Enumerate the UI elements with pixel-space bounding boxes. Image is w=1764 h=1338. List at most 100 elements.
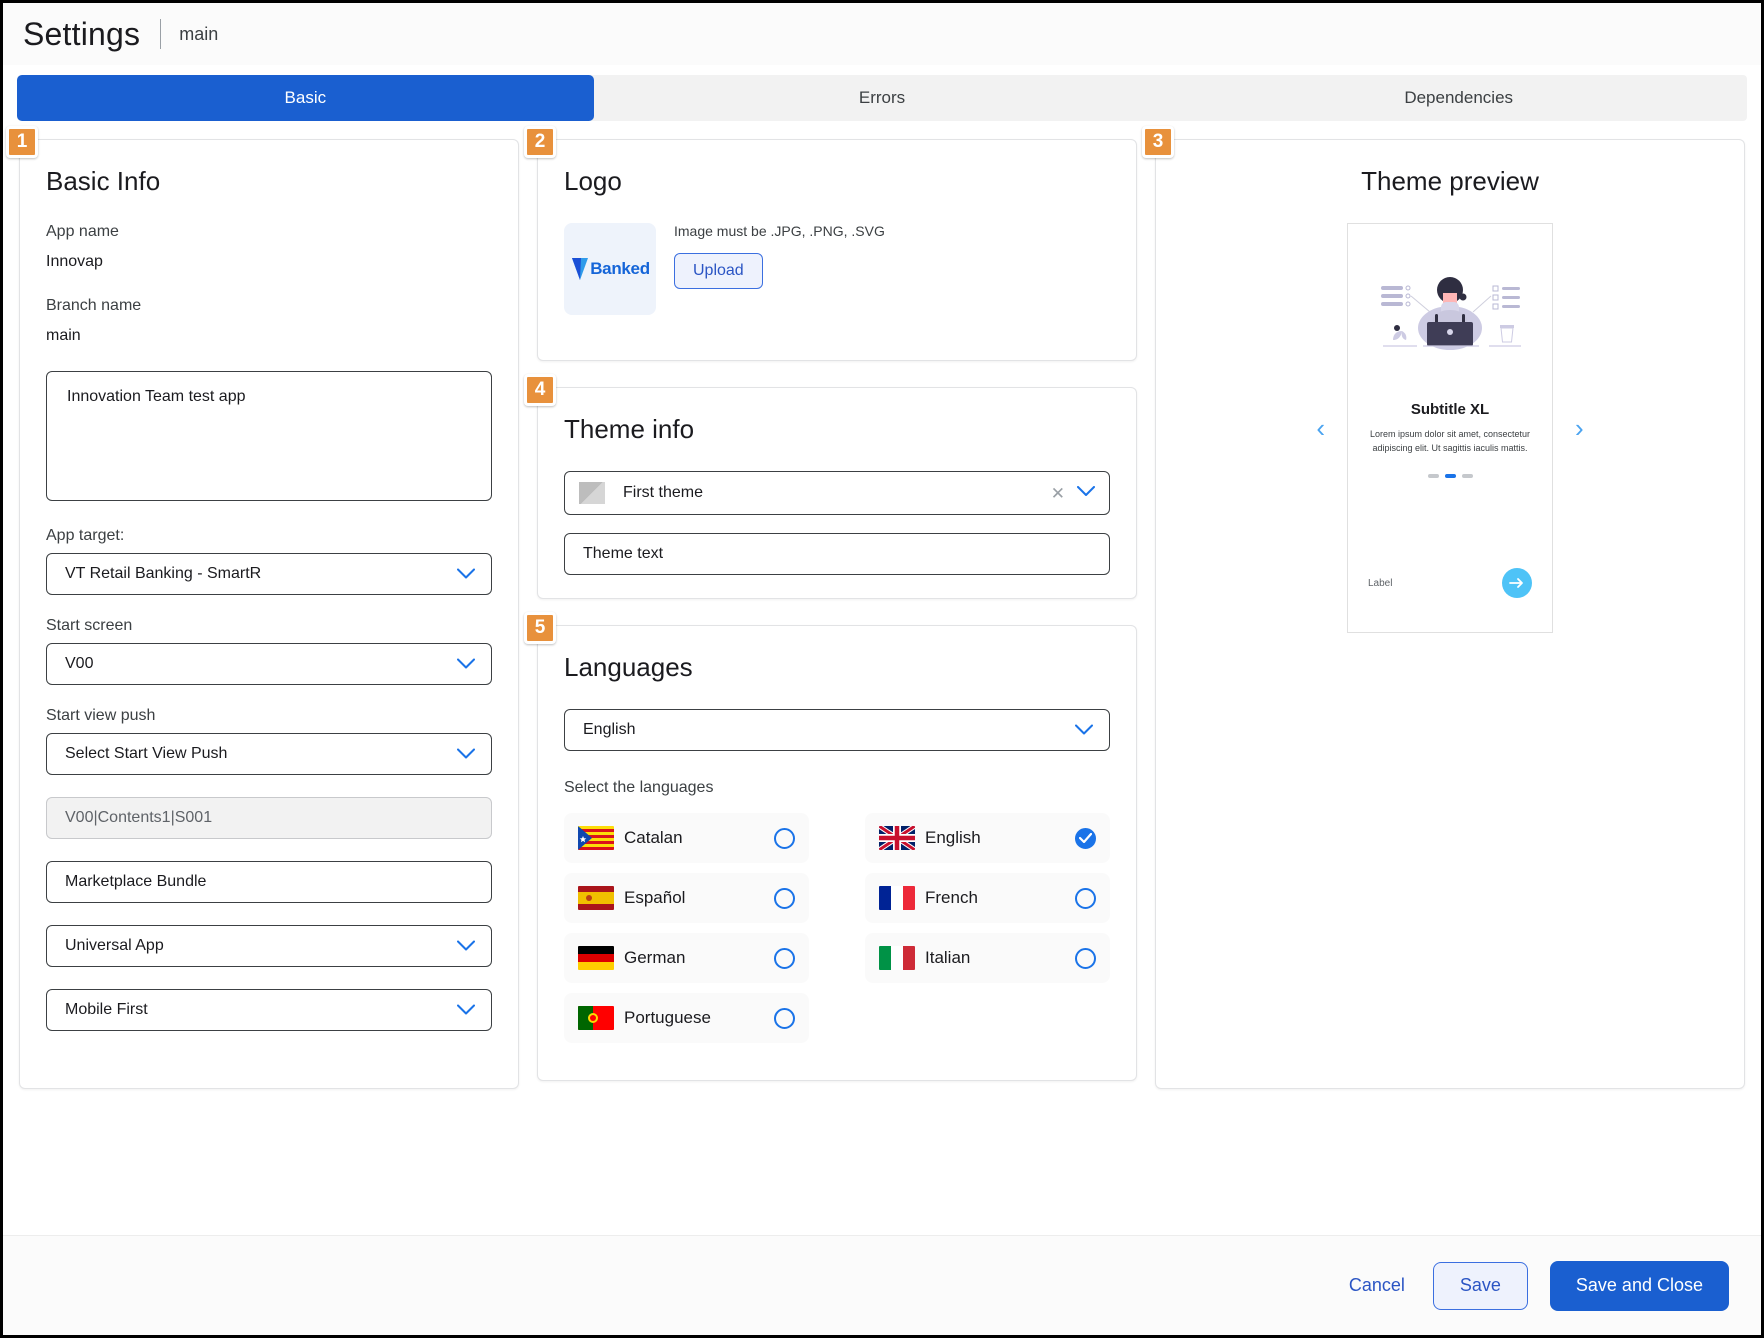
branch-name-label: Branch name xyxy=(46,297,142,314)
settings-window: Settings main Basic Errors Dependencies … xyxy=(0,0,1764,1338)
theme-preview-card: 3 Theme preview ‹ Subtitle XL Lorem ipsu… xyxy=(1142,126,1745,1089)
page-title: Settings xyxy=(23,15,141,52)
language-option-espanol[interactable]: Español xyxy=(564,873,809,923)
save-and-close-button[interactable]: Save and Close xyxy=(1549,1260,1729,1311)
app-name-value: Innovap xyxy=(46,253,103,270)
chevron-down-icon xyxy=(457,1004,475,1016)
radio-icon[interactable] xyxy=(1075,947,1096,969)
start-view-push-select[interactable]: Select Start View Push xyxy=(46,733,492,775)
chevron-down-icon[interactable] xyxy=(1077,484,1095,502)
app-kind-value: Universal App xyxy=(65,937,164,954)
language-option-italian[interactable]: Italian xyxy=(865,933,1110,983)
theme-select[interactable]: First theme ✕ xyxy=(564,471,1110,515)
theme-preview-title: Theme preview xyxy=(1361,166,1539,196)
language-option-catalan[interactable]: Catalan xyxy=(564,813,809,863)
tab-dependencies[interactable]: Dependencies xyxy=(1170,75,1747,121)
language-label: English xyxy=(925,828,981,847)
arrow-right-icon xyxy=(1509,578,1523,588)
logo-card: 2 Logo Banked Image must be .JPG, .PNG, … xyxy=(524,126,1137,361)
app-target-value: VT Retail Banking - SmartR xyxy=(65,565,262,582)
settings-body: 1 Basic Info App name Innovap Branch nam… xyxy=(3,121,1761,1227)
clear-icon[interactable]: ✕ xyxy=(1051,485,1065,502)
radio-icon[interactable] xyxy=(1075,887,1096,909)
theme-text-input[interactable]: Theme text xyxy=(564,533,1110,575)
save-button[interactable]: Save xyxy=(1432,1261,1528,1310)
radio-icon[interactable] xyxy=(774,887,795,909)
logo-brand-text: Banked xyxy=(590,259,650,278)
chevron-down-icon xyxy=(457,940,475,952)
start-screen-value: V00 xyxy=(65,655,94,672)
preview-subtitle: Subtitle XL xyxy=(1410,401,1490,418)
theme-thumbnail-icon xyxy=(579,482,605,504)
radio-icon[interactable] xyxy=(774,1007,795,1029)
app-target-label: App target: xyxy=(46,527,125,544)
logo-title: Logo xyxy=(564,166,622,196)
flag-spain-icon xyxy=(578,886,614,910)
logo-format-hint: Image must be .JPG, .PNG, .SVG xyxy=(674,223,885,239)
start-screen-select[interactable]: V00 xyxy=(46,643,492,685)
step-badge-3: 3 xyxy=(1142,126,1174,158)
chevron-down-icon xyxy=(457,748,475,760)
language-label: Portuguese xyxy=(624,1008,711,1027)
flag-portugal-icon xyxy=(578,1006,614,1030)
dot-active[interactable] xyxy=(1444,473,1456,478)
language-option-german[interactable]: German xyxy=(564,933,809,983)
tab-basic[interactable]: Basic xyxy=(17,75,594,121)
arrow-right-button[interactable] xyxy=(1502,568,1532,598)
carousel-prev-icon[interactable]: ‹ xyxy=(1310,407,1331,450)
language-grid: Catalan English Español French German It… xyxy=(564,813,1110,1043)
theme-select-actions: ✕ xyxy=(1051,484,1095,502)
chevron-down-icon xyxy=(457,658,475,670)
start-view-push-label: Start view push xyxy=(46,707,156,724)
languages-title: Languages xyxy=(564,652,693,682)
illustration-icon xyxy=(1375,266,1525,361)
default-language-value: English xyxy=(583,721,636,738)
flag-italy-icon xyxy=(879,946,915,970)
description-textarea[interactable]: Innovation Team test app xyxy=(46,371,492,501)
flag-uk-icon xyxy=(879,826,915,850)
language-label: German xyxy=(624,948,686,967)
preview-footer: Label xyxy=(1364,568,1536,616)
logo-controls: Image must be .JPG, .PNG, .SVG Upload xyxy=(674,223,885,289)
dialog-footer: Cancel Save Save and Close xyxy=(3,1235,1761,1335)
header-divider xyxy=(160,19,162,49)
cancel-button[interactable]: Cancel xyxy=(1343,1267,1411,1304)
theme-selected-value: First theme xyxy=(623,484,704,501)
radio-icon-checked[interactable] xyxy=(1075,827,1096,849)
app-target-select[interactable]: VT Retail Banking - SmartR xyxy=(46,553,492,595)
start-screen-label: Start screen xyxy=(46,617,133,634)
start-view-path-field: V00|Contents1|S001 xyxy=(46,797,492,839)
upload-button[interactable]: Upload xyxy=(674,253,763,289)
flag-germany-icon xyxy=(578,946,614,970)
dot[interactable] xyxy=(1461,473,1473,478)
carousel-next-icon[interactable]: › xyxy=(1569,407,1590,450)
languages-card: 5 Languages English Select the languages… xyxy=(524,612,1137,1081)
default-language-select[interactable]: English xyxy=(564,709,1110,751)
branch-name-value: main xyxy=(46,327,81,344)
language-label: French xyxy=(925,888,978,907)
bundle-field[interactable]: Marketplace Bundle xyxy=(46,861,492,903)
radio-icon[interactable] xyxy=(774,827,795,849)
logo-row: Banked Image must be .JPG, .PNG, .SVG Up… xyxy=(564,223,1110,315)
approach-value: Mobile First xyxy=(65,1001,148,1018)
theme-preview-column: 3 Theme preview ‹ Subtitle XL Lorem ipsu… xyxy=(1142,126,1745,1227)
branch-indicator: main xyxy=(179,23,219,44)
language-label: Catalan xyxy=(624,828,683,847)
start-view-push-value: Select Start View Push xyxy=(65,745,228,762)
approach-select[interactable]: Mobile First xyxy=(46,989,492,1031)
phone-preview: Subtitle XL Lorem ipsum dolor sit amet, … xyxy=(1347,223,1553,633)
language-option-english[interactable]: English xyxy=(865,813,1110,863)
preview-pagination-dots xyxy=(1427,473,1473,478)
app-kind-select[interactable]: Universal App xyxy=(46,925,492,967)
language-label: Español xyxy=(624,888,686,907)
dot[interactable] xyxy=(1427,473,1439,478)
radio-icon[interactable] xyxy=(774,947,795,969)
language-option-french[interactable]: French xyxy=(865,873,1110,923)
language-label: Italian xyxy=(925,948,971,967)
tab-errors[interactable]: Errors xyxy=(594,75,1171,121)
language-option-portuguese[interactable]: Portuguese xyxy=(564,993,809,1043)
theme-info-title: Theme info xyxy=(564,414,695,444)
theme-info-card: 4 Theme info First theme ✕ Theme text xyxy=(524,374,1137,599)
check-icon xyxy=(1079,833,1092,843)
logo-thumbnail: Banked xyxy=(564,223,656,315)
